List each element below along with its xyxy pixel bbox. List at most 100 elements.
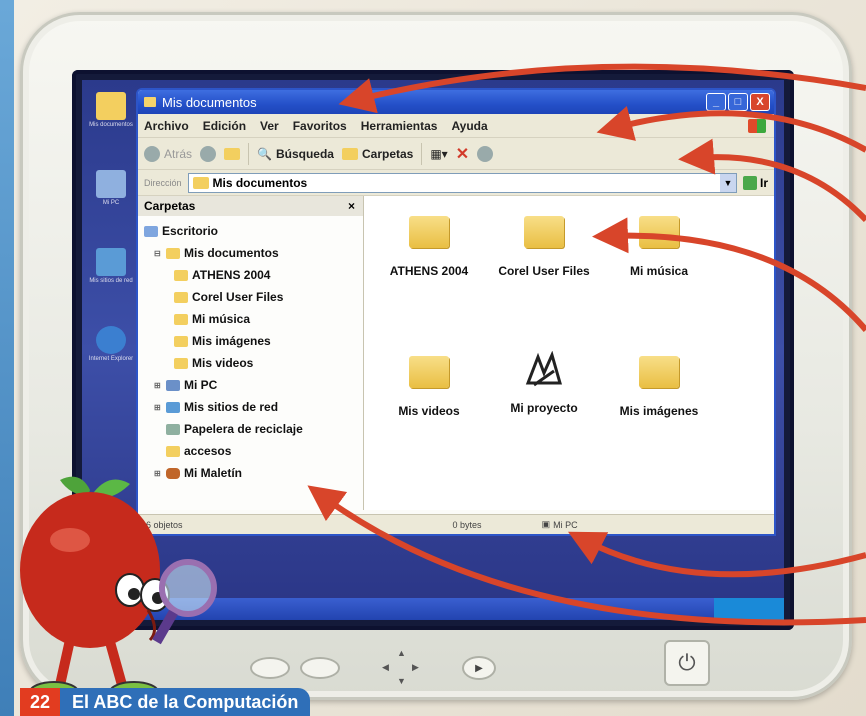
up-folder-icon <box>224 147 241 160</box>
file-item-mi-proyecto[interactable]: Mi proyecto <box>489 351 599 416</box>
file-item-corel[interactable]: Corel User Files <box>489 216 599 279</box>
folder-tree: Escritorio ⊟ Mis documentos ATHENS 2004 … <box>138 216 363 488</box>
recycle-bin-icon <box>166 423 180 435</box>
tree-item-papelera[interactable]: Papelera de reciclaje <box>144 418 357 440</box>
monitor-dpad-icon: ▲ ▼ ◀ ▶ <box>382 648 419 686</box>
desktop-icon-label: Mi PC <box>102 200 120 206</box>
address-field[interactable]: Mis documentos ▼ <box>187 172 737 193</box>
pictures-folder-icon <box>174 335 188 347</box>
music-folder-icon <box>174 313 188 325</box>
desktop-icon-my-documents[interactable]: Mis documentos <box>86 86 136 164</box>
tree-item-mi-pc[interactable]: ⊞ Mi PC <box>144 374 357 396</box>
tree-item-sitios-red[interactable]: ⊞ Mis sitios de red <box>144 396 357 418</box>
tree-item-label: Mis imágenes <box>192 334 271 348</box>
pictures-folder-icon <box>639 356 679 388</box>
file-item-athens[interactable]: ATHENS 2004 <box>374 216 484 279</box>
chevron-down-icon[interactable]: ▼ <box>719 173 736 192</box>
folder-icon <box>166 445 180 457</box>
up-folder-button[interactable] <box>224 147 241 160</box>
expand-icon[interactable]: ⊞ <box>154 403 162 412</box>
status-location-label: Mi PC <box>553 519 578 530</box>
toolbar-separator <box>421 142 423 165</box>
tree-item-mis-videos[interactable]: Mis videos <box>144 352 357 374</box>
toolbar-separator <box>248 142 250 165</box>
go-arrow-icon <box>742 175 757 190</box>
folders-button[interactable]: Carpetas <box>341 147 413 161</box>
views-icon: ▦▾ <box>430 146 448 161</box>
file-name: ATHENS 2004 <box>389 264 469 278</box>
go-button[interactable]: Ir <box>742 175 768 190</box>
file-name: Mi proyecto <box>510 401 578 415</box>
folders-pane: Carpetas × Escritorio ⊟ Mis documentos A… <box>138 196 364 510</box>
tree-item-label: Mis videos <box>192 356 254 370</box>
network-icon <box>96 248 126 276</box>
close-pane-icon[interactable]: × <box>348 199 355 213</box>
folder-icon <box>174 269 188 281</box>
desktop-icon-internet-explorer[interactable]: Internet Explorer <box>86 320 136 398</box>
folders-icon <box>341 147 358 160</box>
back-label: Atrás <box>164 146 193 161</box>
tree-item-label: Mis documentos <box>184 246 279 260</box>
tree-item-label: ATHENS 2004 <box>192 268 271 282</box>
menu-archivo[interactable]: Archivo <box>144 119 189 133</box>
back-arrow-icon <box>144 145 160 162</box>
desktop-icon-network[interactable]: Mis sitios de red <box>86 242 136 320</box>
file-item-mi-musica[interactable]: Mi música <box>604 216 714 279</box>
file-item-mis-videos[interactable]: Mis videos <box>374 356 484 419</box>
desktop-icon-my-pc[interactable]: Mi PC <box>86 164 136 242</box>
apple-mascot-icon <box>20 476 217 703</box>
desktop-icon-label: Mis sitios de red <box>89 278 133 284</box>
window-title: Mis documentos <box>162 94 257 110</box>
monitor-button <box>300 657 340 679</box>
file-name: Mi música <box>629 264 689 278</box>
tree-item-accesos[interactable]: accesos <box>144 440 357 462</box>
desktop-icon-label: Internet Explorer <box>88 356 134 362</box>
expand-icon[interactable]: ⊞ <box>154 381 162 390</box>
menu-edicion[interactable]: Edición <box>203 119 246 133</box>
tree-item-corel[interactable]: Corel User Files <box>144 286 357 308</box>
title-bar[interactable]: Mis documentos _ □ X <box>138 90 774 114</box>
undo-button[interactable] <box>477 145 494 162</box>
play-icon: ▶ <box>462 656 496 680</box>
toolbar: Atrás 🔍 Búsqueda Carpetas ▦▾ ✕ <box>138 138 774 170</box>
page-number: 22 <box>20 688 61 716</box>
videos-folder-icon <box>409 356 449 388</box>
tree-item-mis-documentos[interactable]: ⊟ Mis documentos <box>144 242 357 264</box>
folders-pane-title: Carpetas <box>144 199 196 213</box>
tree-item-escritorio[interactable]: Escritorio <box>144 220 357 242</box>
videos-folder-icon <box>174 357 188 369</box>
tree-item-label: accesos <box>184 444 232 458</box>
folder-icon <box>144 97 156 107</box>
file-view: ATHENS 2004 Corel User Files Mi música M… <box>364 196 774 510</box>
go-label: Ir <box>759 175 768 190</box>
tree-item-mi-musica[interactable]: Mi música <box>144 308 357 330</box>
collapse-icon[interactable]: ⊟ <box>154 249 162 258</box>
views-button[interactable]: ▦▾ <box>430 147 447 161</box>
status-bar: 6 objetos 0 bytes ▣ Mi PC <box>138 514 774 534</box>
address-value: Mis documentos <box>212 175 308 190</box>
file-item-mis-imagenes[interactable]: Mis imágenes <box>604 356 714 419</box>
address-bar: Dirección Mis documentos ▼ Ir <box>138 170 774 196</box>
search-button[interactable]: 🔍 Búsqueda <box>257 147 334 161</box>
tree-item-athens[interactable]: ATHENS 2004 <box>144 264 357 286</box>
computer-icon: ▣ <box>541 519 551 529</box>
back-button[interactable]: Atrás <box>144 145 193 162</box>
tree-item-label: Papelera de reciclaje <box>184 422 303 436</box>
menu-herramientas[interactable]: Herramientas <box>361 119 438 133</box>
forward-button[interactable] <box>200 145 217 162</box>
tree-item-label: Mi música <box>192 312 251 326</box>
maximize-button[interactable]: □ <box>728 93 748 111</box>
folders-pane-header: Carpetas × <box>138 196 363 216</box>
page-footer: 22 El ABC de la Computación <box>20 688 311 716</box>
tree-item-label: Mis sitios de red <box>184 400 279 414</box>
menu-ayuda[interactable]: Ayuda <box>451 119 487 133</box>
minimize-button[interactable]: _ <box>706 93 726 111</box>
menu-ver[interactable]: Ver <box>260 119 279 133</box>
file-name: Mis videos <box>398 404 460 418</box>
delete-button[interactable]: ✕ <box>456 144 469 164</box>
book-title: El ABC de la Computación <box>60 688 311 716</box>
menu-favoritos[interactable]: Favoritos <box>293 119 347 133</box>
folder-icon <box>96 92 126 120</box>
close-button[interactable]: X <box>750 93 770 111</box>
tree-item-mis-imagenes[interactable]: Mis imágenes <box>144 330 357 352</box>
